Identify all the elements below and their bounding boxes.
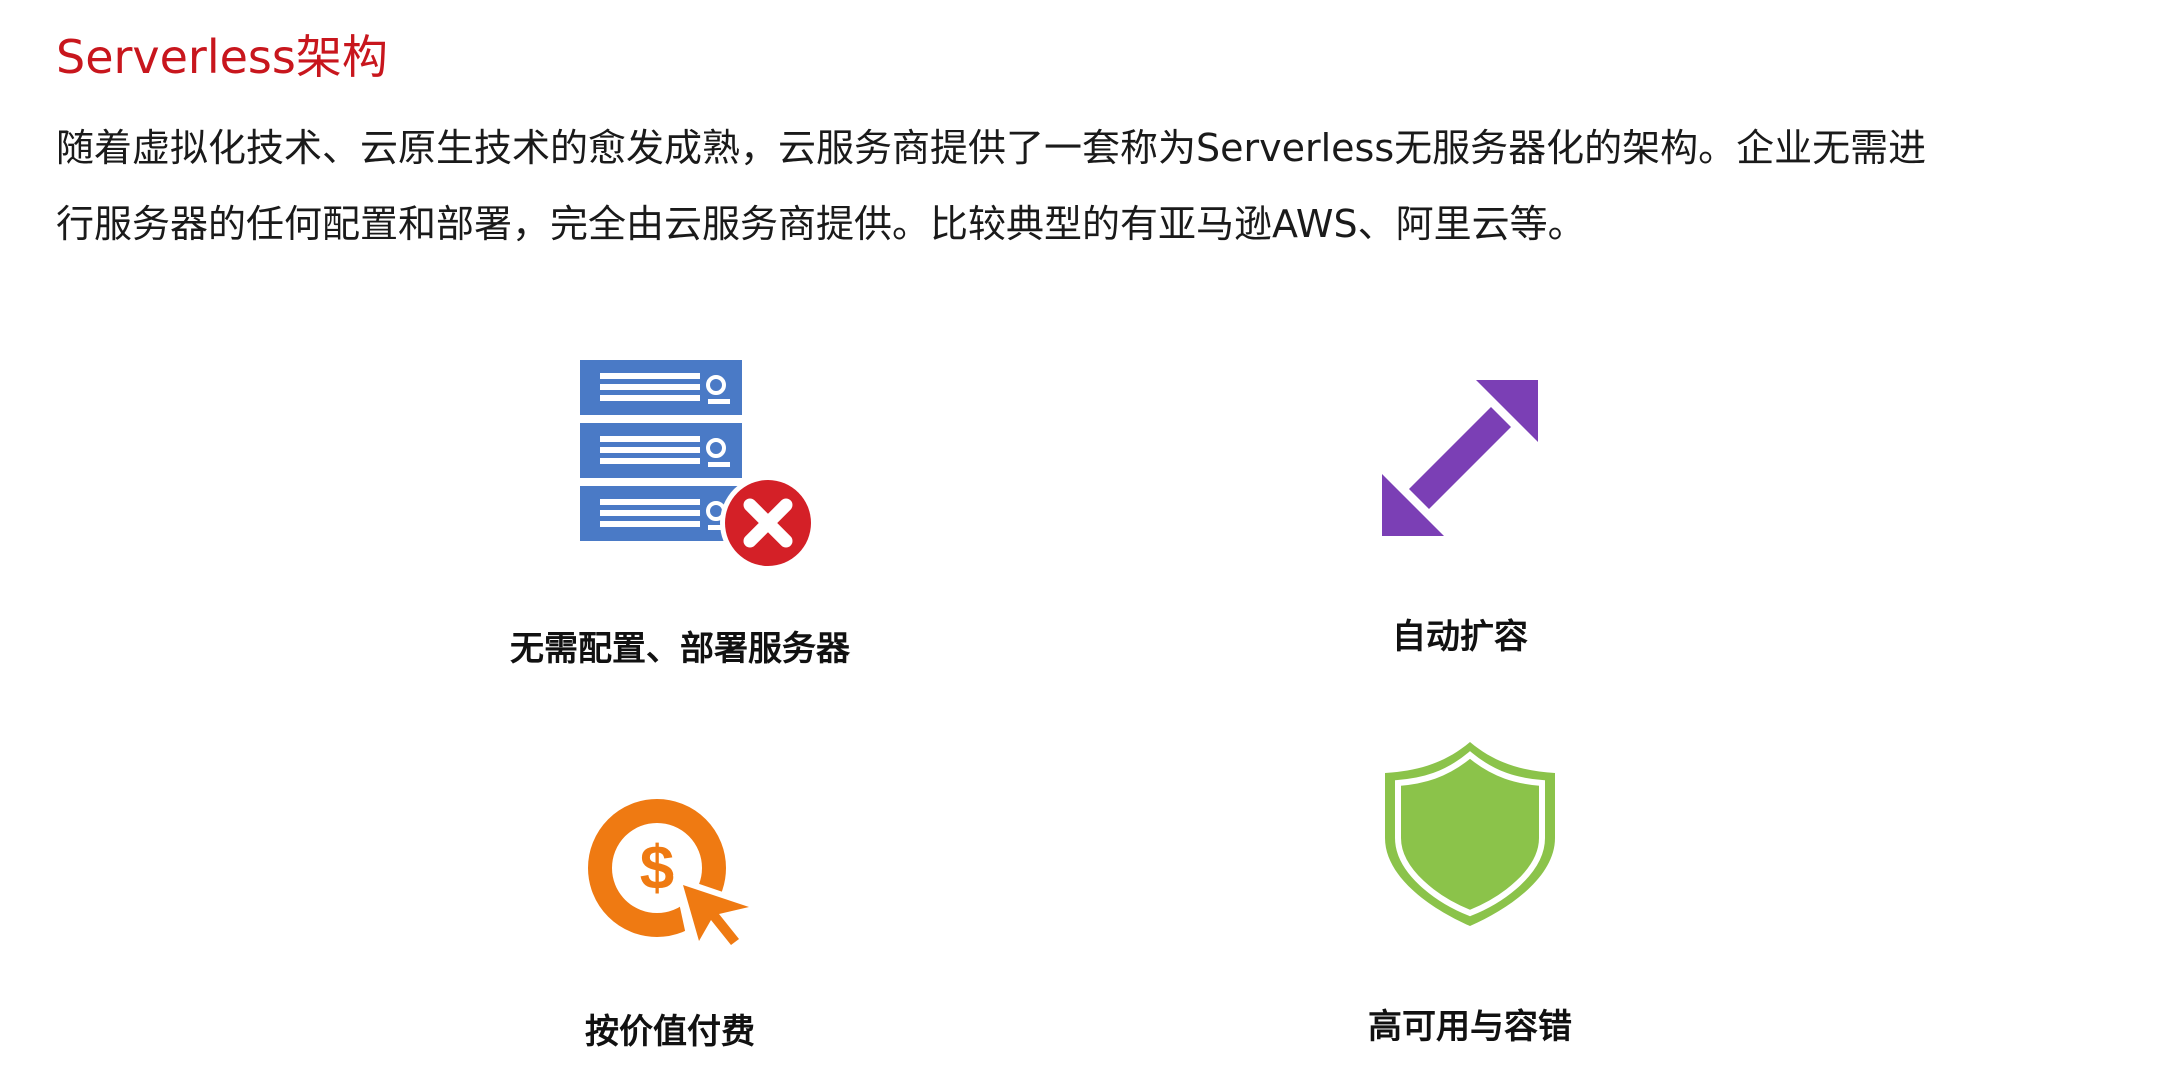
intro-paragraph: 随着虚拟化技术、云原生技术的愈发成熟，云服务商提供了一套称为Serverless… [56, 110, 2116, 262]
dollar-click-icon: $ [588, 799, 761, 953]
page-title: Serverless架构 [56, 30, 388, 84]
server-stack-error-icon [580, 360, 816, 571]
expand-arrows-icon [1382, 380, 1538, 536]
feature-pay-per-value: $ 按价值付费 [520, 780, 820, 1080]
svg-text:$: $ [640, 834, 674, 903]
feature-no-server-config: 无需配置、部署服务器 [480, 350, 880, 680]
intro-line-2: 行服务器的任何配置和部署，完全由云服务商提供。比较典型的有亚马逊AWS、阿里云等… [56, 202, 1586, 246]
feature-high-availability: 高可用与容错 [1290, 735, 1650, 1065]
feature-auto-scaling: 自动扩容 [1300, 370, 1620, 670]
feature-label-high-availability: 高可用与容错 [1368, 1007, 1572, 1047]
shield-icon [1385, 742, 1555, 926]
intro-line-1: 随着虚拟化技术、云原生技术的愈发成熟，云服务商提供了一套称为Serverless… [56, 126, 1927, 170]
feature-label-pay-per-value: 按价值付费 [585, 1012, 755, 1052]
feature-label-no-server-config: 无需配置、部署服务器 [510, 629, 850, 669]
feature-label-auto-scaling: 自动扩容 [1392, 617, 1528, 657]
